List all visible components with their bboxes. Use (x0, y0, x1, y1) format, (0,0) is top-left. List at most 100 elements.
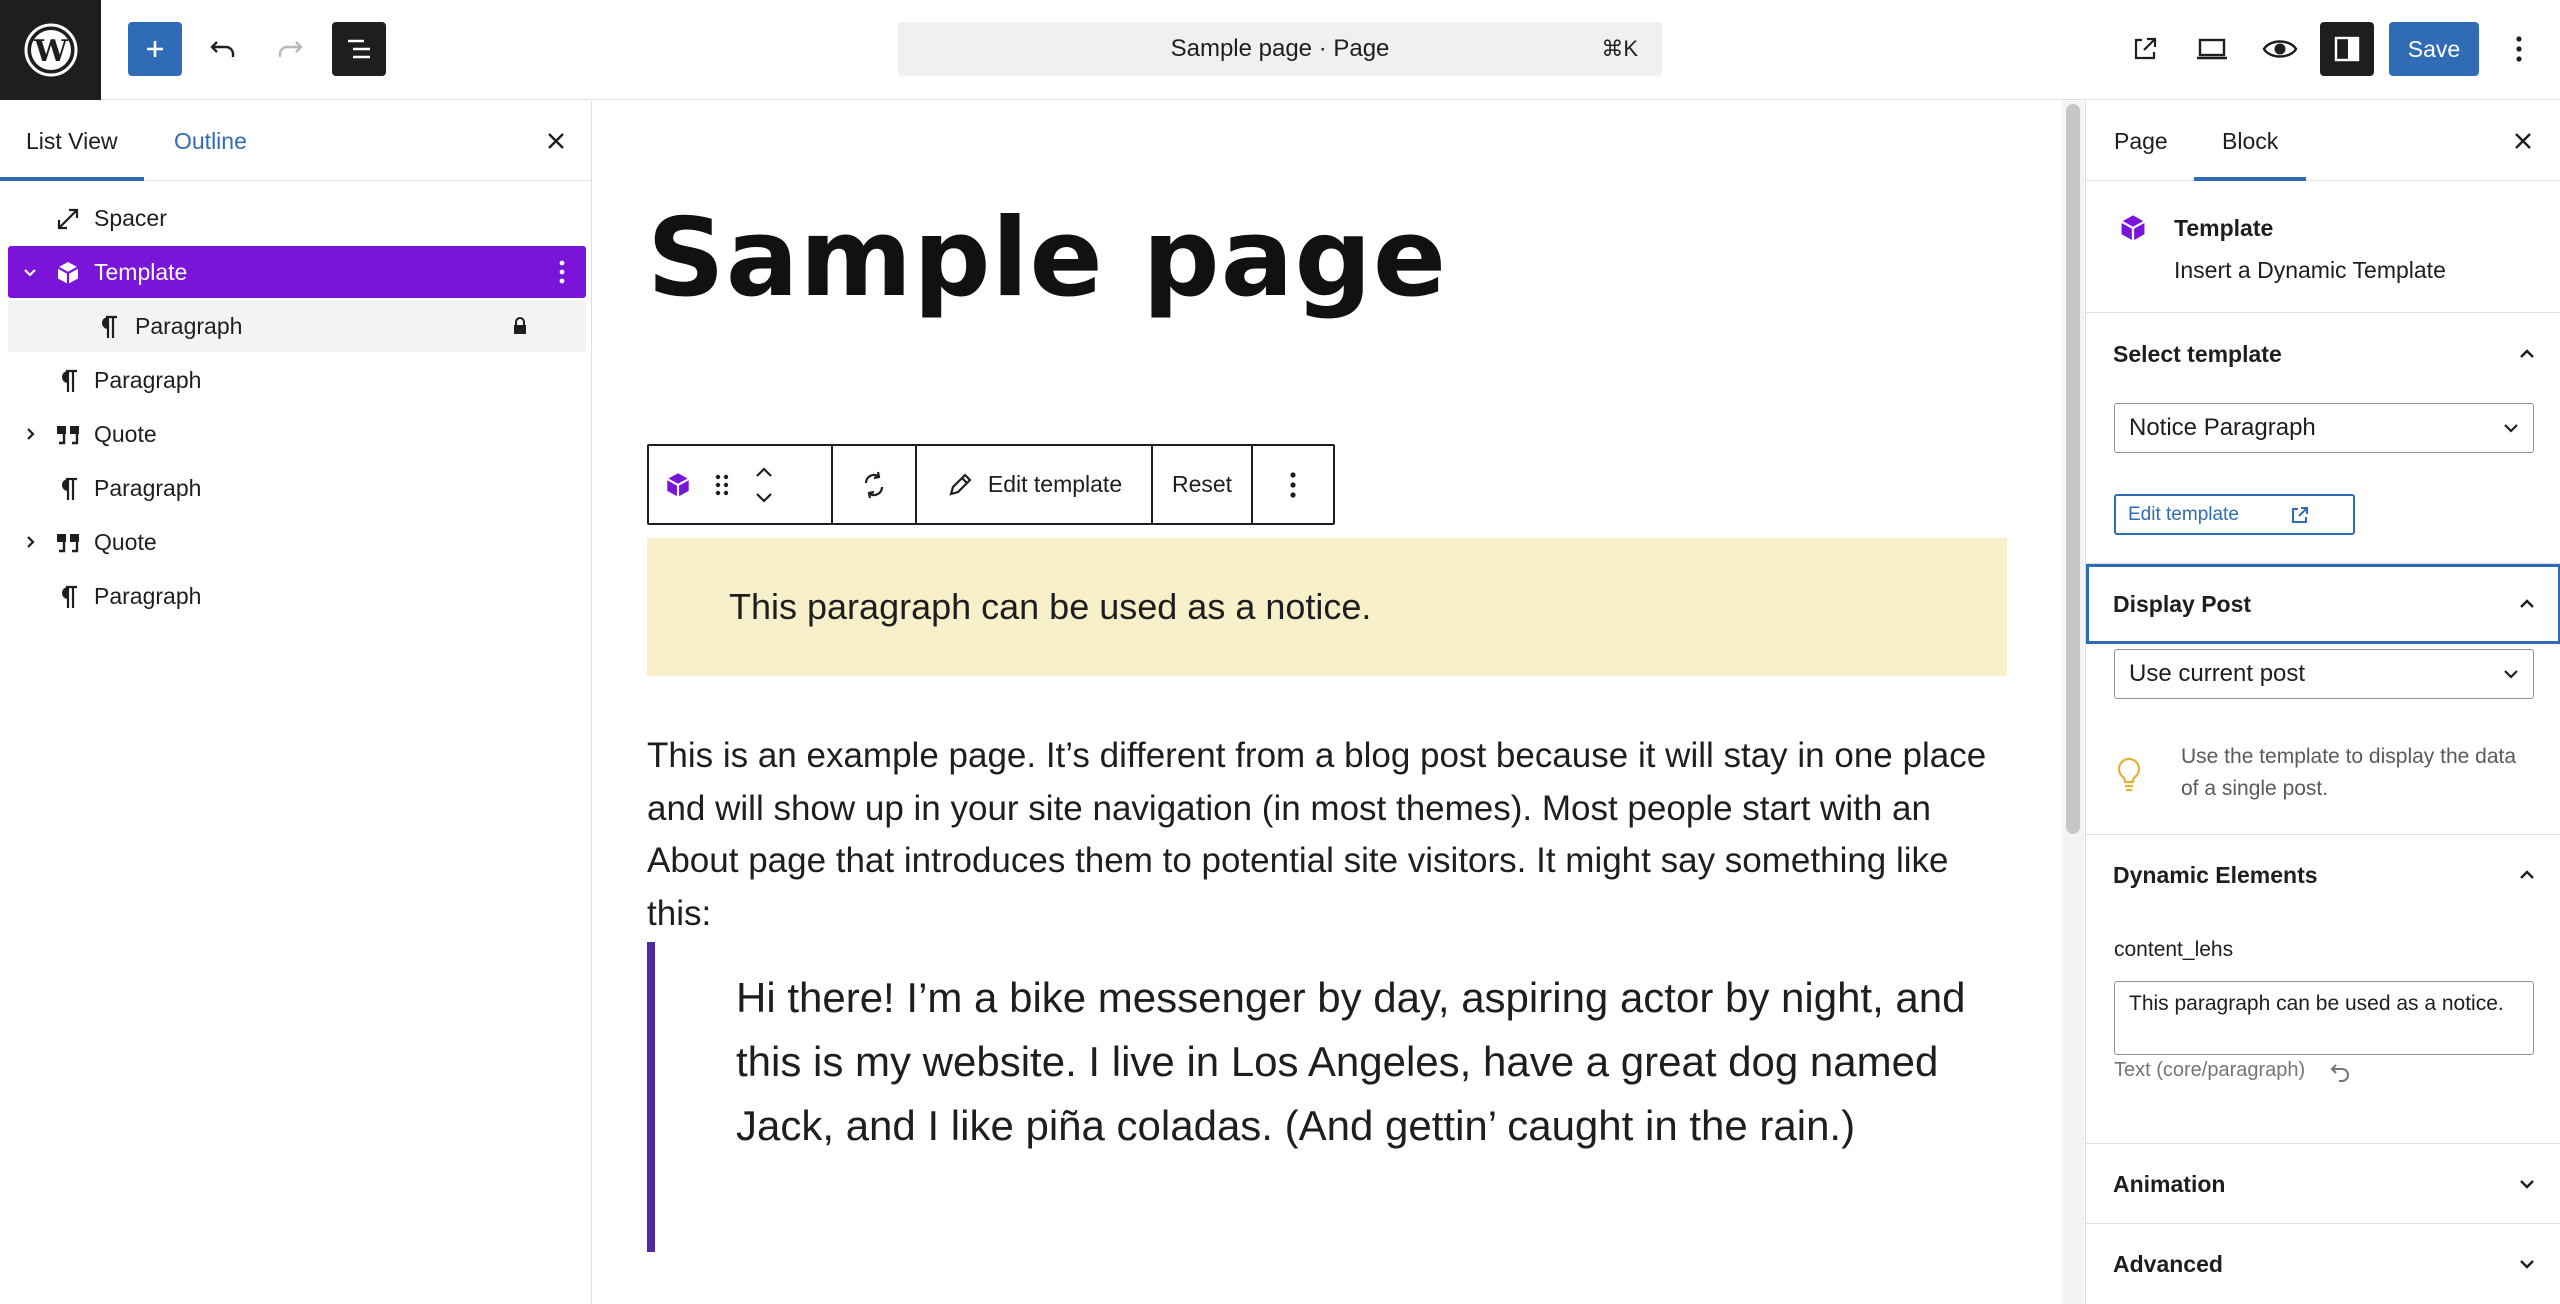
close-overview-button[interactable] (538, 123, 574, 159)
list-item-label: Template (94, 259, 188, 285)
post-source-select[interactable]: Use current post (2114, 649, 2534, 699)
wordpress-logo[interactable]: W (0, 0, 101, 100)
panel-title: Display Post (2113, 591, 2252, 617)
panel-title: Dynamic Elements (2113, 862, 2318, 888)
select-template-panel-toggle[interactable]: Select template (2086, 314, 2560, 394)
block-card: Template Insert a Dynamic Template (2086, 181, 2560, 313)
command-palette-bar[interactable]: Sample page · Page ⌘K (898, 22, 1662, 76)
device-preview-button[interactable] (2185, 22, 2239, 76)
undo-button[interactable] (196, 22, 250, 76)
dynamic-field-textarea[interactable]: This paragraph can be used as a notice. (2114, 981, 2534, 1055)
more-vertical-icon[interactable] (552, 258, 572, 286)
preview-button[interactable] (2253, 22, 2307, 76)
quote-text: Hi there! I’m a bike messenger by day, a… (736, 974, 1966, 1149)
tab-outline[interactable]: Outline (148, 101, 273, 181)
list-item-paragraph[interactable]: Paragraph (8, 462, 586, 514)
plus-icon (147, 41, 163, 57)
chevron-down-icon (2515, 1252, 2539, 1276)
save-button[interactable]: Save (2389, 22, 2479, 76)
list-item-label: Paragraph (94, 367, 202, 393)
chevron-down-icon[interactable] (753, 490, 775, 506)
chevron-up-icon (2515, 342, 2539, 366)
detach-template-button[interactable] (833, 446, 915, 523)
add-block-button[interactable] (128, 22, 182, 76)
quote-icon (53, 420, 83, 450)
reset-button[interactable]: Reset (1153, 446, 1251, 523)
more-vertical-icon (1290, 471, 1296, 498)
chevron-down-icon (2515, 1172, 2539, 1196)
paragraph-icon (53, 474, 83, 504)
document-title: Sample page · Page (1170, 35, 1390, 62)
editor-header: W Sample page · Page ⌘K Save (0, 0, 2560, 100)
notice-paragraph-block[interactable]: This paragraph can be used as a notice. (647, 538, 2007, 676)
settings-sidebar-button[interactable] (2320, 22, 2374, 76)
animation-panel-toggle[interactable]: Animation (2086, 1144, 2560, 1224)
canvas-scrollbar-thumb[interactable] (2066, 104, 2080, 834)
block-type-button[interactable] (649, 446, 707, 523)
wordpress-icon: W (24, 23, 77, 77)
edit-template-label: Edit template (987, 471, 1123, 497)
list-item-label: Paragraph (94, 583, 202, 609)
page-title[interactable]: Sample page (647, 196, 1447, 321)
paragraph-icon (53, 366, 83, 396)
chevron-down-icon (2499, 662, 2523, 686)
view-page-button[interactable] (2118, 22, 2172, 76)
lightbulb-icon (2114, 755, 2144, 795)
list-item-label: Quote (94, 529, 157, 555)
tab-page[interactable]: Page (2086, 101, 2196, 181)
post-source-select-value: Use current post (2129, 660, 2306, 687)
chevron-up-icon (2515, 592, 2539, 616)
chevron-right-icon[interactable] (18, 530, 42, 554)
chevron-down-icon[interactable] (18, 260, 42, 284)
redo-icon (278, 41, 303, 57)
sidebar-tabs: Page Block (2086, 101, 2560, 181)
list-item-paragraph[interactable]: Paragraph (8, 354, 586, 406)
options-menu-button[interactable] (2492, 22, 2546, 76)
notice-text: This paragraph can be used as a notice. (729, 586, 1372, 627)
move-block-buttons[interactable] (739, 446, 789, 523)
more-vertical-icon (2516, 36, 2522, 62)
reset-field-icon[interactable] (2328, 1060, 2352, 1084)
edit-template-button[interactable]: Edit template (2114, 494, 2355, 535)
document-overview-button[interactable] (332, 22, 386, 76)
list-item-spacer[interactable]: Spacer (8, 192, 586, 244)
chevron-right-icon[interactable] (18, 422, 42, 446)
list-item-paragraph[interactable]: Paragraph (8, 570, 586, 622)
close-icon (548, 133, 564, 149)
drag-handle[interactable] (707, 446, 737, 523)
block-options-button[interactable] (1253, 446, 1333, 523)
list-item-quote[interactable]: Quote (8, 516, 586, 568)
close-icon (2515, 133, 2531, 149)
list-item-paragraph-locked[interactable]: Paragraph (8, 300, 586, 352)
list-item-quote[interactable]: Quote (8, 408, 586, 460)
template-select[interactable]: Notice Paragraph (2114, 403, 2534, 453)
shortcut-hint: ⌘K (1601, 36, 1638, 61)
sidebar-icon (2334, 36, 2360, 62)
advanced-panel-toggle[interactable]: Advanced (2086, 1224, 2560, 1304)
close-sidebar-button[interactable] (2505, 123, 2541, 159)
dynamic-field-label: content_lehs (2114, 938, 2234, 961)
tab-list-view[interactable]: List View (0, 101, 144, 181)
edit-template-button-label: Edit template (2128, 504, 2239, 525)
settings-sidebar: Page Block Template Insert a Dynamic Tem… (2085, 101, 2560, 1304)
quote-block[interactable]: Hi there! I’m a bike messenger by day, a… (647, 942, 2007, 1252)
eye-icon (2262, 40, 2298, 58)
cube-icon (666, 472, 690, 497)
desktop-icon (2197, 38, 2227, 60)
cube-icon (53, 258, 83, 288)
chevron-down-icon (2499, 416, 2523, 440)
chevron-up-icon (2515, 863, 2539, 887)
panel-title: Animation (2113, 1171, 2226, 1197)
chevron-up-icon[interactable] (753, 464, 775, 480)
list-item-template[interactable]: Template (8, 246, 586, 298)
display-post-panel-toggle[interactable]: Display Post (2086, 564, 2560, 644)
dynamic-elements-panel-toggle[interactable]: Dynamic Elements (2086, 835, 2560, 915)
external-link-icon (2289, 504, 2311, 526)
unlink-icon (864, 471, 884, 498)
redo-button[interactable] (263, 22, 317, 76)
quote-icon (53, 528, 83, 558)
edit-template-toolbar-button[interactable]: Edit template (917, 446, 1151, 523)
tab-block[interactable]: Block (2194, 101, 2307, 181)
paragraph-block[interactable]: This is an example page. It’s different … (647, 730, 2007, 940)
cube-icon (2116, 211, 2150, 245)
